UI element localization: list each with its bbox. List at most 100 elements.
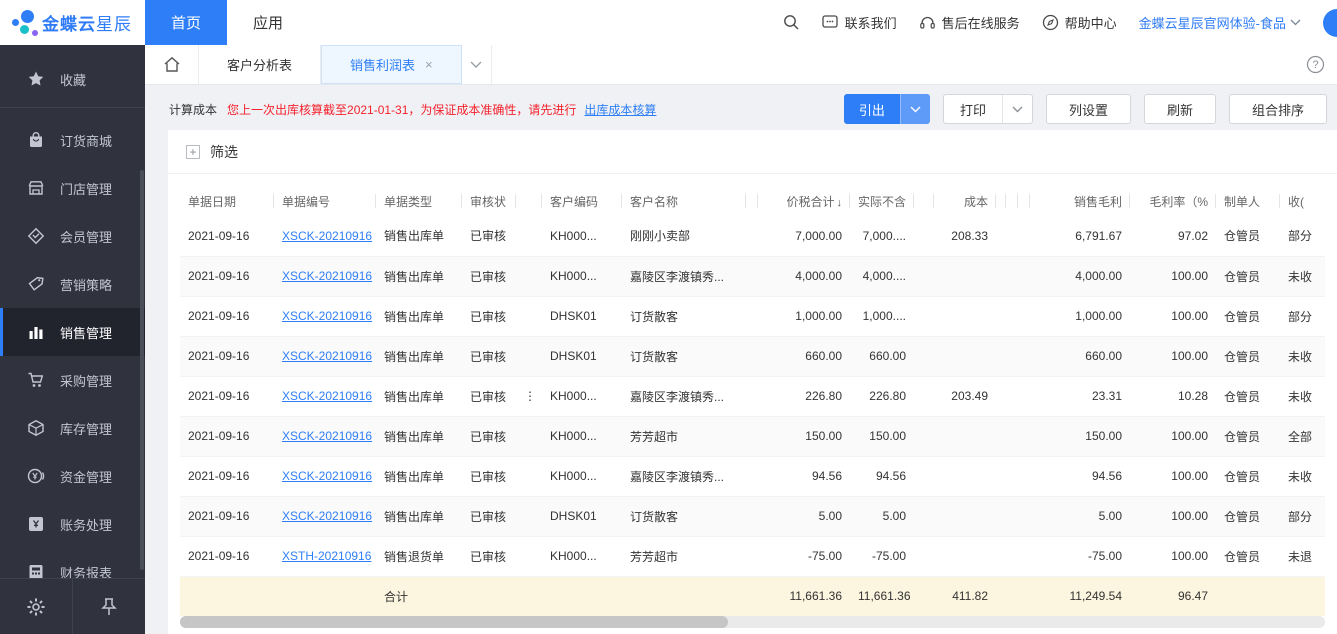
- col-header-type[interactable]: 单据类型: [376, 186, 462, 216]
- sidebar-item-store-mgmt[interactable]: 门店管理: [0, 164, 145, 212]
- sidebar-item-favorites[interactable]: 收藏: [0, 53, 145, 105]
- total-sep3: [996, 576, 1006, 616]
- col-header-no[interactable]: 单据编号: [274, 186, 376, 216]
- table-row[interactable]: 2021-09-16XSCK-20210916销售出库单已审核KH000...芳…: [180, 416, 1325, 456]
- filter-expand-icon[interactable]: +: [186, 145, 200, 159]
- col-header-profit[interactable]: 销售毛利: [1030, 186, 1130, 216]
- report-card: + 筛选 单据日期单据编号单据类型审核状客户编码客户名称价税合计↓实际不含成本销…: [168, 130, 1337, 634]
- print-button[interactable]: 打印: [944, 95, 1002, 123]
- table-row[interactable]: 2021-09-16XSCK-20210916销售出库单已审核DHSK01订货散…: [180, 296, 1325, 336]
- sidebar-item-accounting[interactable]: 账务处理: [0, 500, 145, 548]
- avatar[interactable]: [1323, 9, 1337, 37]
- col-header-date[interactable]: 单据日期: [180, 186, 274, 216]
- cell-type: 销售出库单: [376, 456, 462, 496]
- sidebar-item-sales-mgmt[interactable]: 销售管理: [0, 308, 145, 356]
- col-header-actual[interactable]: 实际不含: [850, 186, 914, 216]
- sort-desc-icon[interactable]: ↓: [837, 197, 843, 209]
- col-header-recv[interactable]: 收(: [1280, 186, 1325, 216]
- sidebar-item-member-mgmt[interactable]: 会员管理: [0, 212, 145, 260]
- cell-sep5: [1018, 376, 1030, 416]
- tab-bar: 客户分析表 销售利润表 × ?: [145, 45, 1337, 85]
- storefront-icon: [27, 179, 45, 197]
- col-header-name[interactable]: 客户名称: [622, 186, 746, 216]
- cell-profit: -75.00: [1030, 536, 1130, 576]
- refresh-button[interactable]: 刷新: [1144, 94, 1216, 124]
- export-button[interactable]: 引出: [844, 94, 900, 124]
- tab-close-icon[interactable]: ×: [425, 57, 433, 72]
- cart-icon: [27, 371, 45, 389]
- table-row[interactable]: 2021-09-16XSCK-20210916销售出库单已审核KH000...刚…: [180, 216, 1325, 256]
- table-row[interactable]: 2021-09-16XSCK-20210916销售出库单已审核KH000...嘉…: [180, 456, 1325, 496]
- search-icon[interactable]: [783, 14, 800, 31]
- cell-type: 销售出库单: [376, 496, 462, 536]
- bill-number-link[interactable]: XSCK-20210916: [282, 509, 372, 523]
- tab-home-button[interactable]: [145, 45, 199, 84]
- cell-cost: 203.49: [934, 376, 996, 416]
- outbound-cost-accounting-link[interactable]: 出库成本核算: [584, 101, 656, 118]
- bill-number-link[interactable]: XSCK-20210916: [282, 469, 372, 483]
- page-help-button[interactable]: ?: [1293, 45, 1337, 84]
- cell-total: 150.00: [758, 416, 850, 456]
- col-header-code[interactable]: 客户编码: [542, 186, 622, 216]
- col-header-total[interactable]: 价税合计↓: [758, 186, 850, 216]
- sidebar-item-purchase-mgmt[interactable]: 采购管理: [0, 356, 145, 404]
- help-center-link[interactable]: 帮助中心: [1042, 13, 1117, 32]
- cell-sep4: [1006, 256, 1018, 296]
- tab-sales-profit[interactable]: 销售利润表 ×: [321, 45, 462, 84]
- tab-list-dropdown[interactable]: [462, 45, 492, 84]
- sidebar-item-funds-mgmt[interactable]: 资金管理: [0, 452, 145, 500]
- cell-date: 2021-09-16: [180, 296, 274, 336]
- export-split-button[interactable]: 引出: [844, 94, 930, 124]
- filter-label[interactable]: 筛选: [210, 142, 238, 162]
- after-sales-service-link[interactable]: 售后在线服务: [919, 13, 1020, 32]
- cell-creator: 仓管员: [1216, 376, 1280, 416]
- bill-number-link[interactable]: XSCK-20210916: [282, 429, 372, 443]
- cell-profit: 94.56: [1030, 456, 1130, 496]
- column-settings-button[interactable]: 列设置: [1046, 94, 1131, 124]
- print-dropdown-icon[interactable]: [1002, 95, 1032, 123]
- print-split-button[interactable]: 打印: [943, 94, 1033, 124]
- cell-status: 已审核: [462, 496, 516, 536]
- export-dropdown-icon[interactable]: [900, 94, 930, 124]
- scrollbar-thumb[interactable]: [180, 616, 728, 628]
- nav-apps[interactable]: 应用: [227, 0, 309, 45]
- sidebar-item-inventory-mgmt[interactable]: 库存管理: [0, 404, 145, 452]
- cell-actual: 4,000....: [850, 256, 914, 296]
- table-row[interactable]: 2021-09-16XSCK-20210916销售出库单已审核DHSK01订货散…: [180, 496, 1325, 536]
- cell-date: 2021-09-16: [180, 256, 274, 296]
- col-header-cost[interactable]: 成本: [934, 186, 996, 216]
- sidebar-item-order-mall[interactable]: 订货商城: [0, 116, 145, 164]
- col-header-status[interactable]: 审核状: [462, 186, 516, 216]
- cost-notice-bar: 计算成本 您上一次出库核算截至2021-01-31，为保证成本准确性，请先进行 …: [169, 91, 1327, 127]
- sidebar-item-marketing[interactable]: 营销策略: [0, 260, 145, 308]
- account-menu[interactable]: 金蝶云星辰官网体验-食品: [1139, 13, 1301, 32]
- table-row[interactable]: 2021-09-16XSCK-20210916销售出库单已审核DHSK01订货散…: [180, 336, 1325, 376]
- table-row[interactable]: 2021-09-16XSCK-20210916销售出库单已审核⋮KH000...…: [180, 376, 1325, 416]
- table-row[interactable]: 2021-09-16XSTH-20210916销售退货单已审核KH000...芳…: [180, 536, 1325, 576]
- nav-home[interactable]: 首页: [145, 0, 227, 45]
- table-row[interactable]: 2021-09-16XSCK-20210916销售出库单已审核KH000...嘉…: [180, 256, 1325, 296]
- cell-recv: 未收: [1280, 376, 1325, 416]
- bill-number-link[interactable]: XSCK-20210916: [282, 309, 372, 323]
- contact-us-link[interactable]: 联系我们: [822, 13, 897, 32]
- bill-number-link[interactable]: XSCK-20210916: [282, 269, 372, 283]
- bill-number-link[interactable]: XSTH-20210916: [282, 549, 371, 563]
- col-header-sep4: [1006, 186, 1018, 216]
- cell-sep5: [1018, 416, 1030, 456]
- cell-type: 销售退货单: [376, 536, 462, 576]
- combo-sort-button[interactable]: 组合排序: [1229, 94, 1327, 124]
- sidebar-scrollbar[interactable]: [140, 170, 144, 570]
- horizontal-scrollbar[interactable]: [180, 616, 1325, 628]
- col-header-creator[interactable]: 制单人: [1216, 186, 1280, 216]
- col-header-margin[interactable]: 毛利率（%: [1130, 186, 1216, 216]
- cell-date: 2021-09-16: [180, 216, 274, 256]
- bill-number-link[interactable]: XSCK-20210916: [282, 389, 372, 403]
- bill-number-link[interactable]: XSCK-20210916: [282, 349, 372, 363]
- tab-customer-analysis[interactable]: 客户分析表: [199, 45, 321, 84]
- pin-icon[interactable]: [72, 579, 145, 634]
- bill-number-link[interactable]: XSCK-20210916: [282, 229, 372, 243]
- cell-sep4: [1006, 416, 1018, 456]
- settings-gear-icon[interactable]: [0, 579, 72, 634]
- cell-total: 7,000.00: [758, 216, 850, 256]
- notice-prefix: 计算成本: [169, 101, 217, 118]
